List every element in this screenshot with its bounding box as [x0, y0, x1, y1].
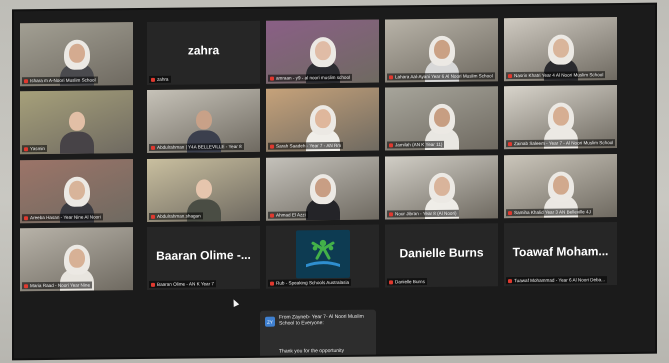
- mic-muted-icon: [151, 282, 155, 287]
- participant-tile[interactable]: Ishara m A-Noori Muslim School: [20, 22, 133, 87]
- participant-name-text: Lahara Aal-Ayani Year 6 Al Noori Muslim …: [395, 73, 493, 80]
- participant-name-label: Maria Raad - Noori Year Nine: [22, 281, 93, 290]
- chat-notification[interactable]: ZY From Zayneb- Year 7- Al Noori Muslim …: [260, 309, 376, 359]
- mic-muted-icon: [389, 142, 393, 147]
- mic-muted-icon: [508, 278, 512, 283]
- mic-muted-icon: [389, 74, 393, 79]
- participant-video-figure: [59, 108, 94, 154]
- mic-muted-icon: [151, 214, 155, 219]
- participant-name-label: zahra: [149, 75, 171, 83]
- participant-tile[interactable]: Abdulrahman | Y4A BELLEVILLE - Year 8: [147, 88, 260, 153]
- participant-name-label: Ahmad El Azzi: [268, 211, 308, 219]
- participant-name-label: Sarah Saadeh - Year 7 - AN Rm: [268, 141, 344, 150]
- chat-avatar: ZY: [265, 316, 275, 327]
- participant-name-label: Zainab Saleem - Year 7 - Al Noori Muslim…: [506, 139, 616, 148]
- participant-tile[interactable]: Nour Jibran - Year 8 (Al Noori): [385, 155, 498, 220]
- mic-muted-icon: [24, 78, 28, 83]
- participant-name-label: Rub - Speaking Schools Australasia: [268, 278, 352, 287]
- participant-name-text: zahra: [157, 76, 169, 82]
- participant-name-text: Nour Jibran - Year 8 (Al Noori): [395, 210, 457, 217]
- participant-name-label: Baaran Olime - AN K Year 7: [149, 280, 216, 288]
- zoom-gallery-screen: Ishara m A-Noori Muslim School zahra zahra…: [14, 4, 655, 359]
- mic-muted-icon: [24, 215, 28, 220]
- participant-name-label: Jamilah (AN K Year 11): [387, 140, 445, 149]
- mic-muted-icon: [508, 141, 512, 146]
- participant-tile[interactable]: Lahara Aal-Ayani Year 6 Al Noori Muslim …: [385, 18, 498, 83]
- participant-name-text: Tuawaf Mohammad - Year 6 Al Noori Deba..…: [514, 277, 605, 284]
- participant-name-label: Tuawaf Mohammad - Year 6 Al Noori Deba..…: [506, 276, 607, 285]
- mic-muted-icon: [24, 146, 28, 151]
- participant-tile[interactable]: amraan - y9 - al noori muslim school: [266, 19, 379, 84]
- participant-name-label: Areeba Hasan - Year Nine Al Noori: [22, 213, 103, 222]
- participant-name-label: Danielle Burns: [387, 278, 427, 286]
- participant-name-label: Samiha Khalid Year 3 AN Belleville 4J: [506, 208, 593, 217]
- participant-tile[interactable]: Rub - Speaking Schools Australasia: [266, 224, 379, 289]
- participant-tile[interactable]: Abdulrahman.shagan: [147, 157, 260, 222]
- participant-tile[interactable]: Baaran Olime -... Baaran Olime - AN K Yea…: [147, 225, 260, 290]
- participant-name-text: Danielle Burns: [395, 279, 425, 285]
- participant-tile[interactable]: Zainab Saleem - Year 7 - Al Noori Muslim…: [504, 85, 617, 150]
- mic-muted-icon: [270, 144, 274, 149]
- participant-name-text: Jamilah (AN K Year 11): [395, 141, 443, 148]
- participant-tile[interactable]: Danielle Burns Danielle Burns: [385, 223, 498, 288]
- mic-muted-icon: [151, 77, 155, 82]
- participant-name-text: Sarah Saadeh - Year 7 - AN Rm: [276, 142, 342, 149]
- participant-display-name: zahra: [187, 43, 220, 58]
- participant-name-label: amraan - y9 - al noori muslim school: [268, 73, 353, 82]
- participant-name-text: Abdulrahman | Y4A BELLEVILLE - Year 8: [157, 143, 242, 150]
- participant-tile[interactable]: zahra zahra: [147, 20, 260, 85]
- participant-tile[interactable]: Yasmin: [20, 90, 133, 155]
- mic-muted-icon: [389, 211, 393, 216]
- participant-tile[interactable]: Samiha Khalid Year 3 AN Belleville 4J: [504, 154, 617, 219]
- participant-tile[interactable]: Areeba Hasan - Year Nine Al Noori: [20, 159, 133, 224]
- participant-name-label: Abdulrahman.shagan: [149, 212, 203, 220]
- participant-tile[interactable]: Toawaf Moham... Tuawaf Mohammad - Year 6 …: [504, 222, 617, 287]
- participant-name-text: Nasrin Khatri Year 4 Al Noori Muslim Sch…: [514, 72, 604, 79]
- participant-name-text: Baaran Olime - AN K Year 7: [157, 281, 214, 287]
- participant-display-name: Danielle Burns: [399, 245, 484, 261]
- mic-muted-icon: [151, 145, 155, 150]
- participant-tile[interactable]: Nasrin Khatri Year 4 Al Noori Muslim Sch…: [504, 17, 617, 82]
- monitor-photo: Ishara m A-Noori Muslim School zahra zahra…: [0, 0, 669, 363]
- participant-name-text: Abdulrahman.shagan: [157, 213, 201, 219]
- participant-tile[interactable]: Ahmad El Azzi: [266, 156, 379, 221]
- participant-name-label: Ishara m A-Noori Muslim School: [22, 76, 98, 85]
- participant-display-name: Toawaf Moham...: [512, 244, 609, 260]
- participant-grid: Ishara m A-Noori Muslim School zahra zahra…: [14, 5, 655, 312]
- mic-muted-icon: [508, 210, 512, 215]
- participant-name-text: Rub - Speaking Schools Australasia: [276, 279, 350, 286]
- participant-name-text: Zainab Saleem - Year 7 - Al Noori Muslim…: [514, 140, 614, 147]
- mic-muted-icon: [389, 279, 393, 284]
- participant-name-label: Yasmin: [22, 145, 47, 153]
- participant-tile[interactable]: Maria Raad - Noori Year Nine: [20, 227, 133, 292]
- mic-muted-icon: [508, 73, 512, 78]
- participant-name-label: Abdulrahman | Y4A BELLEVILLE - Year 8: [149, 142, 244, 151]
- participant-name-text: Maria Raad - Noori Year Nine: [30, 282, 91, 289]
- participant-name-text: Areeba Hasan - Year Nine Al Noori: [30, 214, 101, 221]
- participant-tile[interactable]: Sarah Saadeh - Year 7 - AN Rm: [266, 87, 379, 152]
- participant-name-label: Lahara Aal-Ayani Year 6 Al Noori Muslim …: [387, 72, 495, 81]
- mic-muted-icon: [270, 281, 274, 286]
- participant-name-label: Nasrin Khatri Year 4 Al Noori Muslim Sch…: [506, 71, 606, 80]
- mic-muted-icon: [270, 76, 274, 81]
- chat-message: Thank you for the opportunity: [279, 347, 345, 355]
- participant-name-text: amraan - y9 - al noori muslim school: [276, 74, 351, 81]
- participant-display-name: Baaran Olime -...: [156, 247, 251, 263]
- chat-sender: From Zayneb- Year 7- Al Noori Muslim Sch…: [279, 313, 364, 327]
- participant-tile[interactable]: Jamilah (AN K Year 11): [385, 86, 498, 151]
- participant-name-text: Yasmin: [30, 146, 45, 152]
- participant-name-text: Ishara m A-Noori Muslim School: [30, 77, 96, 84]
- participant-name-text: Ahmad El Azzi: [276, 212, 306, 218]
- mic-muted-icon: [24, 283, 28, 288]
- participant-video-figure: [305, 173, 340, 221]
- participant-name-label: Nour Jibran - Year 8 (Al Noori): [387, 209, 459, 218]
- speaking-schools-logo: [296, 229, 350, 279]
- participant-name-text: Samiha Khalid Year 3 AN Belleville 4J: [514, 209, 591, 216]
- mic-muted-icon: [270, 213, 274, 218]
